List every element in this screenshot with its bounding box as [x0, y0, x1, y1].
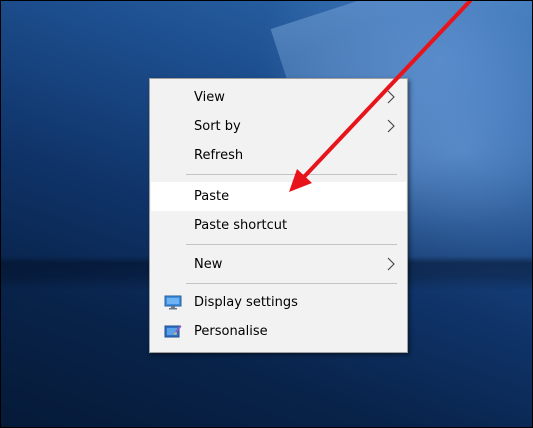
menu-item-label: New — [194, 257, 223, 272]
menu-item-refresh[interactable]: Refresh — [151, 141, 406, 170]
menu-separator — [186, 174, 397, 175]
menu-item-paste-shortcut[interactable]: Paste shortcut — [151, 211, 406, 240]
menu-item-new[interactable]: New — [151, 250, 406, 279]
menu-item-label: View — [194, 90, 225, 105]
menu-item-label: Display settings — [194, 295, 298, 310]
chevron-right-icon — [387, 257, 395, 271]
menu-item-label: Refresh — [194, 148, 244, 163]
menu-item-label: Personalise — [194, 324, 268, 339]
menu-item-view[interactable]: View — [151, 83, 406, 112]
menu-item-personalise[interactable]: Personalise — [151, 317, 406, 346]
menu-item-display-settings[interactable]: Display settings — [151, 288, 406, 317]
personalise-icon — [164, 325, 182, 338]
menu-item-paste[interactable]: Paste — [151, 182, 406, 211]
chevron-right-icon — [387, 119, 395, 133]
display-settings-icon — [164, 295, 182, 310]
menu-item-label: Paste shortcut — [194, 218, 288, 233]
menu-separator — [186, 244, 397, 245]
menu-separator — [186, 283, 397, 284]
screenshot-frame: View Sort by Refresh Paste Paste shortcu… — [0, 0, 533, 428]
menu-item-sort-by[interactable]: Sort by — [151, 112, 406, 141]
menu-item-label: Paste — [194, 189, 230, 204]
desktop-context-menu: View Sort by Refresh Paste Paste shortcu… — [149, 78, 408, 353]
menu-item-label: Sort by — [194, 119, 241, 134]
chevron-right-icon — [387, 90, 395, 104]
